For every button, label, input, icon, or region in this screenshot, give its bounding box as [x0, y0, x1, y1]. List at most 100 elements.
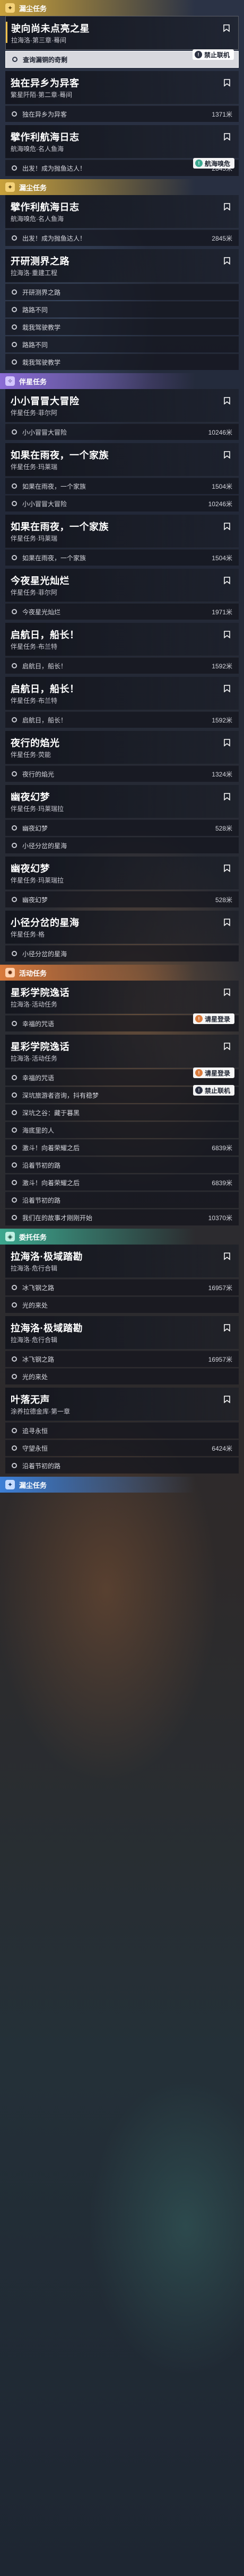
quest-objective[interactable]: 海底里的人 [5, 1122, 239, 1138]
track-marker-icon[interactable] [223, 1395, 231, 1404]
quest-card[interactable]: 启航日，船长！ 伴星任务·布兰特 [5, 677, 239, 710]
quest-subtitle: 伴星任务·玛莱瑞拉 [11, 805, 64, 813]
quest-title: 擘作利航海日志 [11, 202, 80, 213]
quest-card[interactable]: 夜行的焰光 伴星任务·荧能 [5, 731, 239, 764]
track-marker-icon[interactable] [223, 1324, 231, 1332]
section-label: 委托任务 [19, 1233, 47, 1241]
quest-objective[interactable]: 幸福的咒语! 请星登录 [5, 1013, 239, 1031]
quest-card[interactable]: 擘作利航海日志 航海嗅危·名人鱼海 [5, 195, 239, 228]
objective-text: 海底里的人 [22, 1126, 55, 1134]
track-marker-icon[interactable] [223, 133, 231, 141]
quest-objective[interactable]: 如果在雨夜，一个家族 1504米 [5, 478, 239, 494]
quest-card[interactable]: 擘作利航海日志 航海嗅危·名人鱼海 [5, 125, 239, 158]
track-marker-icon[interactable] [223, 1252, 231, 1260]
section-header-story[interactable]: ✦ 漏尘任务 [0, 179, 244, 195]
objective-distance: 1504米 [212, 482, 232, 490]
quest-card[interactable]: 星彩学院逸话 拉海洛·活动任务 [5, 981, 239, 1014]
quest-objective[interactable]: 小径分岔的星海 [5, 837, 239, 853]
section-header-comm[interactable]: ✦ 漏尘任务 [0, 1477, 244, 1493]
track-marker-icon[interactable] [223, 738, 231, 747]
quest-objective[interactable]: 激斗！向着荣耀之后 6839米 [5, 1174, 239, 1190]
quest-objective[interactable]: 小小冒冒大冒险 10246米 [5, 424, 239, 440]
quest-objective[interactable]: 幸福的咒语! 请星登录 [5, 1068, 239, 1086]
quest-objective[interactable]: 沿着节初的路 [5, 1157, 239, 1173]
quest-objective[interactable]: 深坑之谷：藏于暮黑 [5, 1104, 239, 1121]
quest-objective[interactable]: 出发！成为抛鱼达人！ 2845米 [5, 230, 239, 246]
track-marker-icon[interactable] [223, 576, 231, 585]
track-marker-icon[interactable] [223, 988, 231, 996]
quest-objective[interactable]: 路路不同 [5, 336, 239, 352]
quest-objective[interactable]: 光的来处 [5, 1296, 239, 1313]
objective-text: 守望永恒 [22, 1444, 48, 1452]
quest-card[interactable]: 拉海洛·极域踏勘 拉海洛·危行合辑 [5, 1316, 239, 1349]
quest-objective[interactable]: 出发！成为抛鱼达人！2845米!航海嗅危 [5, 158, 239, 176]
section-label: 漏尘任务 [19, 4, 47, 13]
quest-card[interactable]: 小小冒冒大冒险 伴星任务·菲尔阿 [5, 389, 239, 422]
objective-text: 如果在雨夜，一个家族 [22, 554, 86, 562]
quest-objective[interactable]: 小小冒冒大冒险 10246米 [5, 495, 239, 511]
quest-objective[interactable]: 栽我驾驶教学 [5, 354, 239, 370]
quest-subtitle: 拉海洛·活动任务 [11, 1055, 57, 1062]
quest-objective[interactable]: 小径分岔的星海 [5, 945, 239, 961]
track-marker-icon[interactable] [223, 396, 231, 405]
quest-objective[interactable]: 激斗！向着荣耀之后 6839米 [5, 1139, 239, 1155]
quest-card[interactable]: 幽夜幻梦 伴星任务·玛莱瑞拉 [5, 857, 239, 890]
quest-objective[interactable]: 沿着节初的路 [5, 1192, 239, 1208]
track-marker-icon[interactable] [223, 684, 231, 693]
quest-card[interactable]: 独在异乡为异客 繁星阡陌·第二章·蓦间 [5, 71, 239, 104]
objective-text: 今夜星光灿烂 [22, 608, 61, 616]
quest-objective[interactable]: 启航日，船长！ 1592米 [5, 711, 239, 728]
quest-card[interactable]: 启航日，船长！ 伴星任务·布兰特 [5, 623, 239, 656]
quest-objective[interactable]: 光的来处 [5, 1368, 239, 1384]
track-marker-icon[interactable] [223, 257, 231, 265]
quest-card[interactable]: 叶落无声 涂养拉德金库·第一章 [5, 1388, 239, 1421]
track-marker-icon[interactable] [223, 522, 231, 531]
track-marker-icon[interactable] [223, 792, 231, 801]
quest-objective[interactable]: 开研测界之路 [5, 284, 239, 300]
quest-subtitle: 伴星任务·菲尔阿 [11, 589, 57, 596]
quest-objective[interactable]: 幽夜幻梦 528米 [5, 819, 239, 836]
quest-title: 独在异乡为异客 [11, 78, 80, 89]
quest-card[interactable]: 驶向尚未点亮之星 拉海洛·第三章·蓦间 [5, 16, 239, 50]
track-marker-icon[interactable] [223, 451, 231, 459]
quest-objective[interactable]: 栽我驾驶教学 [5, 319, 239, 335]
quest-objective[interactable]: 幽夜幻梦 528米 [5, 891, 239, 907]
quest-objective[interactable]: 夜行的焰光 1324米 [5, 765, 239, 782]
quest-objective[interactable]: 今夜星光灿烂 1971米 [5, 603, 239, 620]
objective-text: 幽夜幻梦 [22, 824, 48, 832]
objective-circle-icon [12, 235, 17, 241]
quest-card[interactable]: 如果在雨夜，一个家族 伴星任务·玛莱瑞 [5, 443, 239, 477]
section-header-event[interactable]: ✹ 活动任务 [0, 965, 244, 981]
quest-objective[interactable]: 沿着节初的路 [5, 1457, 239, 1474]
track-marker-icon[interactable] [223, 864, 231, 872]
section-header-story[interactable]: ✦ 漏尘任务 [0, 0, 244, 16]
quest-objective[interactable]: 如果在雨夜，一个家族 1504米 [5, 549, 239, 566]
quest-objective[interactable]: 启航日，船长！ 1592米 [5, 657, 239, 674]
quest-objective[interactable]: 追寻永恒 [5, 1422, 239, 1439]
quest-objective[interactable]: 查询漏铜的奇剩! 禁止联机 [5, 49, 239, 68]
quest-card[interactable]: 星彩学院逸话 拉海洛·活动任务 [5, 1035, 239, 1068]
objective-circle-icon [12, 165, 17, 171]
quest-objective[interactable]: 冰飞钢之路 16957米 [5, 1279, 239, 1295]
quest-card[interactable]: 小径分岔的星海 伴星任务·格 [5, 911, 239, 944]
track-marker-icon[interactable] [223, 78, 231, 87]
section-header-daily[interactable]: ◈ 委托任务 [0, 1229, 244, 1245]
objective-text: 激斗！向着荣耀之后 [22, 1144, 80, 1152]
track-marker-icon[interactable] [223, 918, 231, 927]
quest-objective[interactable]: 路路不同 [5, 301, 239, 317]
track-marker-icon[interactable] [223, 630, 231, 639]
track-marker-icon[interactable] [222, 24, 231, 32]
quest-objective[interactable]: 守望永恒 6424米 [5, 1440, 239, 1456]
track-marker-icon[interactable] [223, 1042, 231, 1051]
section-header-comp[interactable]: ✧ 伴星任务 [0, 373, 244, 389]
track-marker-icon[interactable] [223, 202, 231, 211]
quest-objective[interactable]: 我们在的故事才刚刚开始 10370米 [5, 1209, 239, 1225]
quest-card[interactable]: 如果在雨夜，一个家族 伴星任务·玛莱瑞 [5, 515, 239, 548]
quest-objective[interactable]: 独在异乡为异客 1371米 [5, 105, 239, 122]
quest-card[interactable]: 今夜星光灿烂 伴星任务·菲尔阿 [5, 569, 239, 602]
quest-card[interactable]: 开研测界之路 拉海洛·重建工程 [5, 249, 239, 283]
quest-objective[interactable]: 深坑旅游者咨询，抖有稳梦! 禁止联机 [5, 1085, 239, 1103]
quest-card[interactable]: 幽夜幻梦 伴星任务·玛莱瑞拉 [5, 785, 239, 818]
quest-objective[interactable]: 冰飞钢之路 16957米 [5, 1351, 239, 1367]
quest-card[interactable]: 拉海洛·极域踏勘 拉海洛·危行合辑 [5, 1245, 239, 1278]
